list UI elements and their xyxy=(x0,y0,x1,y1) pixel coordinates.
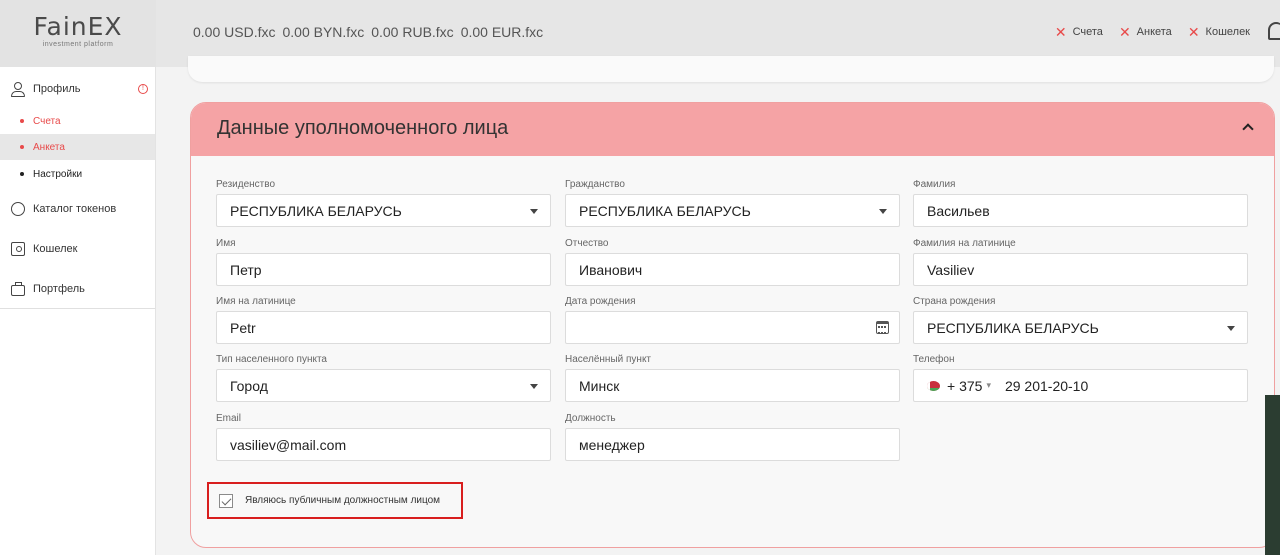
chevron-up-icon[interactable] xyxy=(1242,123,1254,135)
sidebar: Профиль ! Счета Анкета Настройки Каталог… xyxy=(0,67,156,555)
logo[interactable]: FainEX investment platform xyxy=(0,0,156,67)
birth-date-field: Дата рождения xyxy=(565,296,900,344)
settlement-type-field: Тип населенного пункта Город xyxy=(216,354,551,402)
name-latin-input[interactable]: Petr xyxy=(216,311,551,344)
briefcase-icon xyxy=(11,281,25,296)
section-header[interactable]: Данные уполномоченного лица xyxy=(191,103,1274,156)
sidebar-item-token-catalog[interactable]: Каталог токенов xyxy=(0,201,155,217)
balance-eur: 0.00 EUR.fxc xyxy=(460,24,544,40)
surname-input[interactable]: Васильев xyxy=(913,194,1248,227)
phone-country-code[interactable]: + 375 xyxy=(947,378,982,394)
email-input[interactable]: vasiliev@mail.com xyxy=(216,428,551,461)
residence-select[interactable]: РЕСПУБЛИКА БЕЛАРУСЬ xyxy=(216,194,551,227)
pep-checkbox-highlight: Являюсь публичным должностным лицом xyxy=(207,482,463,519)
sidebar-divider xyxy=(0,308,155,309)
name-input[interactable]: Петр xyxy=(216,253,551,286)
email-field: Email vasiliev@mail.com xyxy=(216,413,551,461)
user-icon xyxy=(11,82,25,97)
caret-down-icon xyxy=(530,384,538,389)
settlement-type-select[interactable]: Город xyxy=(216,369,551,402)
position-input[interactable]: менеджер xyxy=(565,428,900,461)
caret-down-icon[interactable]: ▾ xyxy=(986,380,991,391)
sidebar-item-portfolio[interactable]: Портфель xyxy=(0,281,155,297)
birth-country-field: Страна рождения РЕСПУБЛИКА БЕЛАРУСЬ xyxy=(913,296,1248,344)
balances-bar: 0.00 USD.fxc 0.00 BYN.fxc 0.00 RUB.fxc 0… xyxy=(193,24,543,40)
sidebar-item-accounts[interactable]: Счета xyxy=(0,108,155,134)
balance-rub: 0.00 RUB.fxc xyxy=(371,24,454,40)
header-status-links: ✕ Счета ✕ Анкета ✕ Кошелек xyxy=(1054,23,1250,40)
close-icon: ✕ xyxy=(1187,23,1200,40)
logo-subtitle: investment platform xyxy=(42,41,114,48)
header-link-accounts[interactable]: ✕ Счета xyxy=(1054,23,1103,40)
wallet-icon xyxy=(11,242,25,256)
logo-name: FainEX xyxy=(33,12,123,41)
name-latin-field: Имя на латинице Petr xyxy=(216,296,551,344)
patronymic-field: Отчество Иванович xyxy=(565,238,900,286)
caret-down-icon xyxy=(1227,326,1235,331)
sidebar-item-wallet[interactable]: Кошелек xyxy=(0,241,155,257)
sidebar-item-questionnaire[interactable]: Анкета xyxy=(0,134,155,160)
citizenship-field: Гражданство РЕСПУБЛИКА БЕЛАРУСЬ xyxy=(565,179,900,227)
balance-usd: 0.00 USD.fxc xyxy=(193,24,276,40)
position-field: Должность менеджер xyxy=(565,413,900,461)
header-link-wallet[interactable]: ✕ Кошелек xyxy=(1187,23,1250,40)
settlement-input[interactable]: Минск xyxy=(565,369,900,402)
surname-latin-input[interactable]: Vasiliev xyxy=(913,253,1248,286)
close-icon: ✕ xyxy=(1118,23,1131,40)
previous-section-card xyxy=(188,56,1274,82)
section-title: Данные уполномоченного лица xyxy=(217,117,509,139)
settlement-field: Населённый пункт Минск xyxy=(565,354,900,402)
surname-field: Фамилия Васильев xyxy=(913,179,1248,227)
circle-icon xyxy=(11,202,25,216)
birth-country-select[interactable]: РЕСПУБЛИКА БЕЛАРУСЬ xyxy=(913,311,1248,344)
phone-input[interactable]: + 375 ▾ 29 201-20-10 xyxy=(913,369,1248,402)
pep-checkbox[interactable] xyxy=(219,493,233,508)
surname-latin-field: Фамилия на латинице Vasiliev xyxy=(913,238,1248,286)
balance-byn: 0.00 BYN.fxc xyxy=(282,24,365,40)
name-field: Имя Петр xyxy=(216,238,551,286)
belarus-flag-icon[interactable] xyxy=(927,380,940,391)
birth-date-input[interactable] xyxy=(565,311,900,344)
sidebar-item-settings[interactable]: Настройки xyxy=(0,161,155,187)
patronymic-input[interactable]: Иванович xyxy=(565,253,900,286)
side-panel-edge xyxy=(1265,395,1280,555)
caret-down-icon xyxy=(879,209,887,214)
citizenship-select[interactable]: РЕСПУБЛИКА БЕЛАРУСЬ xyxy=(565,194,900,227)
close-icon: ✕ xyxy=(1054,23,1067,40)
pep-checkbox-label[interactable]: Являюсь публичным должностным лицом xyxy=(245,495,440,506)
sidebar-item-profile[interactable]: Профиль ! xyxy=(0,81,155,97)
phone-field: Телефон + 375 ▾ 29 201-20-10 xyxy=(913,354,1248,402)
header-link-questionnaire[interactable]: ✕ Анкета xyxy=(1118,23,1172,40)
warning-icon: ! xyxy=(138,84,148,94)
caret-down-icon xyxy=(530,209,538,214)
calendar-icon[interactable] xyxy=(876,321,889,334)
residence-field: Резиденство РЕСПУБЛИКА БЕЛАРУСЬ xyxy=(216,179,551,227)
logout-icon[interactable] xyxy=(1268,22,1280,40)
